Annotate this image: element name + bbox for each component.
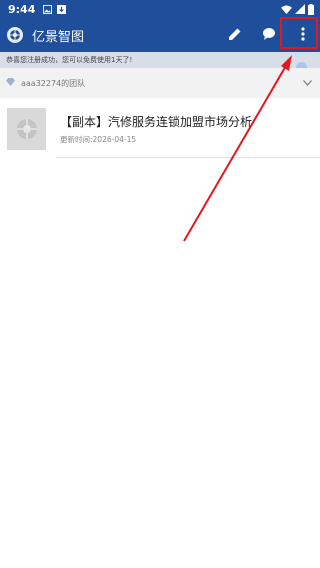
team-selector[interactable]: aaa32274的团队 <box>0 68 320 98</box>
team-label: aaa32274的团队 <box>21 78 86 88</box>
notice-text: 恭喜您注册成功，您可以免费使用1天了! <box>6 56 133 64</box>
more-button[interactable] <box>286 18 320 52</box>
battery-icon <box>308 3 314 15</box>
wifi-icon <box>281 4 292 14</box>
download-notification-icon <box>57 4 67 14</box>
app-title: 亿景智图 <box>32 29 85 45</box>
signal-icon <box>295 4 305 14</box>
edit-icon <box>228 26 242 45</box>
app-bar: 亿景智图 <box>0 18 320 52</box>
notice-banner: 恭喜您注册成功，您可以免费使用1天了! <box>0 52 320 68</box>
status-time: 9:44 <box>8 2 36 16</box>
chat-button[interactable] <box>252 18 286 52</box>
image-notification-icon <box>43 4 53 14</box>
item-date: 更新时间:2026-04-15 <box>60 135 137 144</box>
status-bar: 9:44 <box>0 0 320 18</box>
map-placeholder-icon <box>16 119 37 139</box>
item-title: 【副本】汽修服务连锁加盟市场分析 <box>60 115 253 129</box>
chevron-down-icon <box>303 79 312 88</box>
divider <box>56 157 320 158</box>
app-logo-icon <box>7 27 23 43</box>
diamond-icon <box>6 78 15 88</box>
item-thumbnail <box>7 108 46 150</box>
edit-button[interactable] <box>218 18 252 52</box>
chat-icon <box>262 26 276 45</box>
more-vertical-icon <box>301 26 305 45</box>
list-item[interactable]: 【副本】汽修服务连锁加盟市场分析 更新时间:2026-04-15 <box>0 104 320 156</box>
